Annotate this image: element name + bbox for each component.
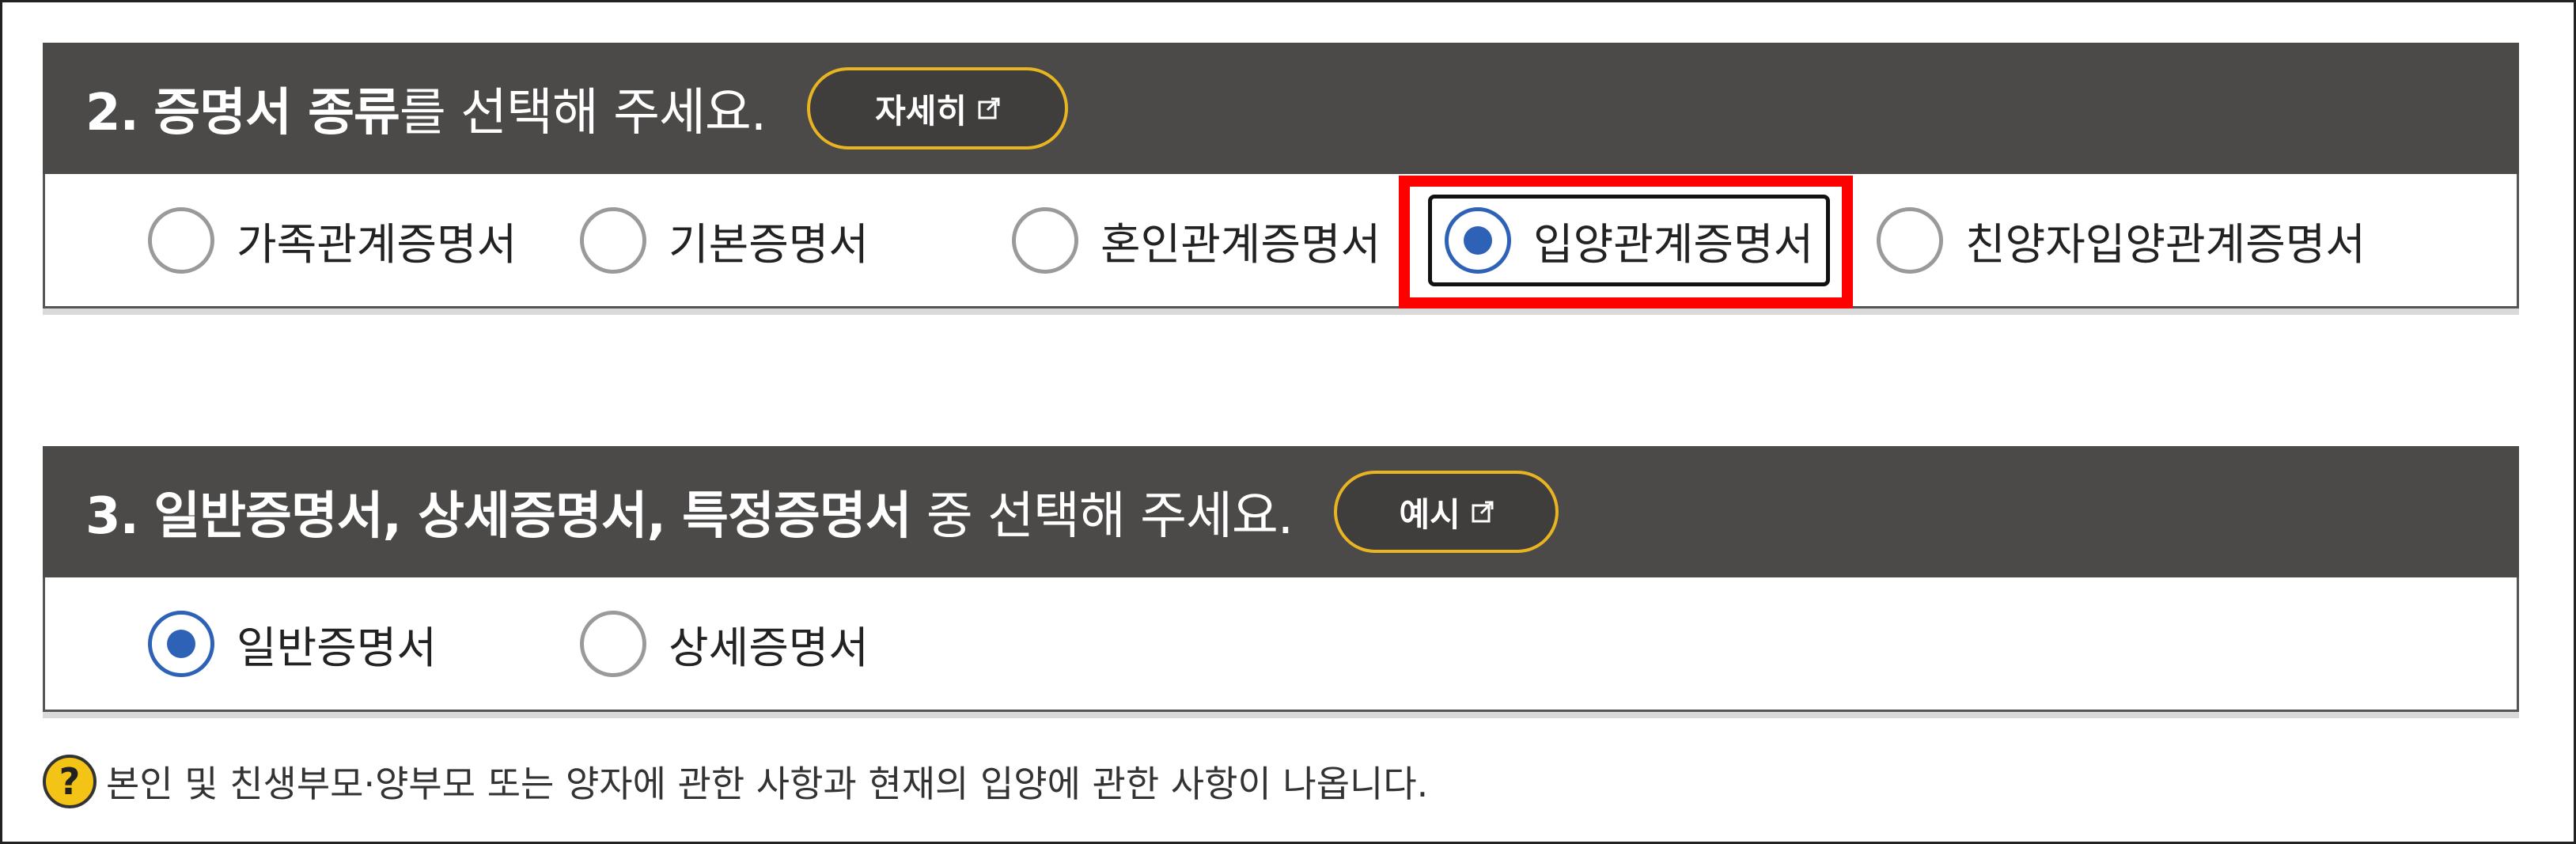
title-rest: 중 선택해 주세요. [911, 487, 1294, 546]
help-note-text: 본인 및 친생부모·양부모 또는 양자에 관한 사항과 현재의 입양에 관한 사… [106, 763, 1429, 805]
radio-unchecked-icon [580, 206, 646, 274]
certificate-detail-options: 일반증명서 상세증명서 [43, 577, 2519, 712]
option-label: 일반증명서 [237, 622, 438, 673]
radio-checked-icon [148, 610, 214, 677]
radio-unchecked-icon [1877, 206, 1943, 274]
external-link-icon [1472, 501, 1494, 523]
section-number: 2. [85, 84, 139, 142]
option-label: 기본증명서 [669, 218, 869, 270]
option-label: 혼인관계증명서 [1100, 218, 1381, 270]
certificate-type-options: 가족관계증명서 기본증명서 혼인관계증명서 입양관계증명서 친양자입양관계증명서 [43, 174, 2519, 308]
certificate-type-header: 2. 증명서 종류를 선택해 주세요. 자세히 [43, 43, 2519, 174]
radio-general[interactable]: 일반증명서 [148, 577, 437, 710]
radio-marriage-relation[interactable]: 혼인관계증명서 [1012, 174, 1381, 306]
certificate-type-section: 2. 증명서 종류를 선택해 주세요. 자세히 가족관계증명서 기본증명서 혼인… [43, 43, 2519, 308]
option-label: 가족관계증명서 [237, 218, 517, 270]
radio-family-relation[interactable]: 가족관계증명서 [148, 174, 517, 306]
highlight-box [1399, 176, 1853, 308]
radio-basic[interactable]: 기본증명서 [580, 174, 869, 306]
title-bold: 증명서 종류 [153, 84, 400, 142]
certificate-detail-title: 3. 일반증명서, 상세증명서, 특정증명서 중 선택해 주세요. [85, 475, 1294, 548]
certificate-type-title: 2. 증명서 종류를 선택해 주세요. [85, 72, 767, 145]
title-rest: 를 선택해 주세요. [399, 84, 767, 142]
help-note: ? 본인 및 친생부모·양부모 또는 양자에 관한 사항과 현재의 입양에 관한… [43, 755, 1428, 808]
option-label: 친양자입양관계증명서 [1965, 218, 2366, 270]
radio-full-adoption-relation[interactable]: 친양자입양관계증명서 [1877, 174, 2366, 306]
certificate-detail-section: 3. 일반증명서, 상세증명서, 특정증명서 중 선택해 주세요. 예시 일반증… [43, 446, 2519, 712]
question-icon: ? [43, 755, 97, 808]
radio-unchecked-icon [1012, 206, 1078, 274]
radio-unchecked-icon [580, 610, 646, 677]
detail-button[interactable]: 자세히 [807, 67, 1069, 149]
example-button[interactable]: 예시 [1334, 471, 1559, 553]
certificate-detail-header: 3. 일반증명서, 상세증명서, 특정증명서 중 선택해 주세요. 예시 [43, 446, 2519, 577]
example-button-label: 예시 [1399, 494, 1460, 534]
title-bold: 일반증명서, 상세증명서, 특정증명서 [153, 487, 911, 546]
section-number: 3. [85, 487, 139, 546]
radio-unchecked-icon [148, 206, 214, 274]
detail-button-label: 자세히 [875, 91, 968, 131]
radio-detailed[interactable]: 상세증명서 [580, 577, 869, 710]
option-label: 상세증명서 [669, 622, 869, 673]
external-link-icon [978, 97, 1000, 119]
